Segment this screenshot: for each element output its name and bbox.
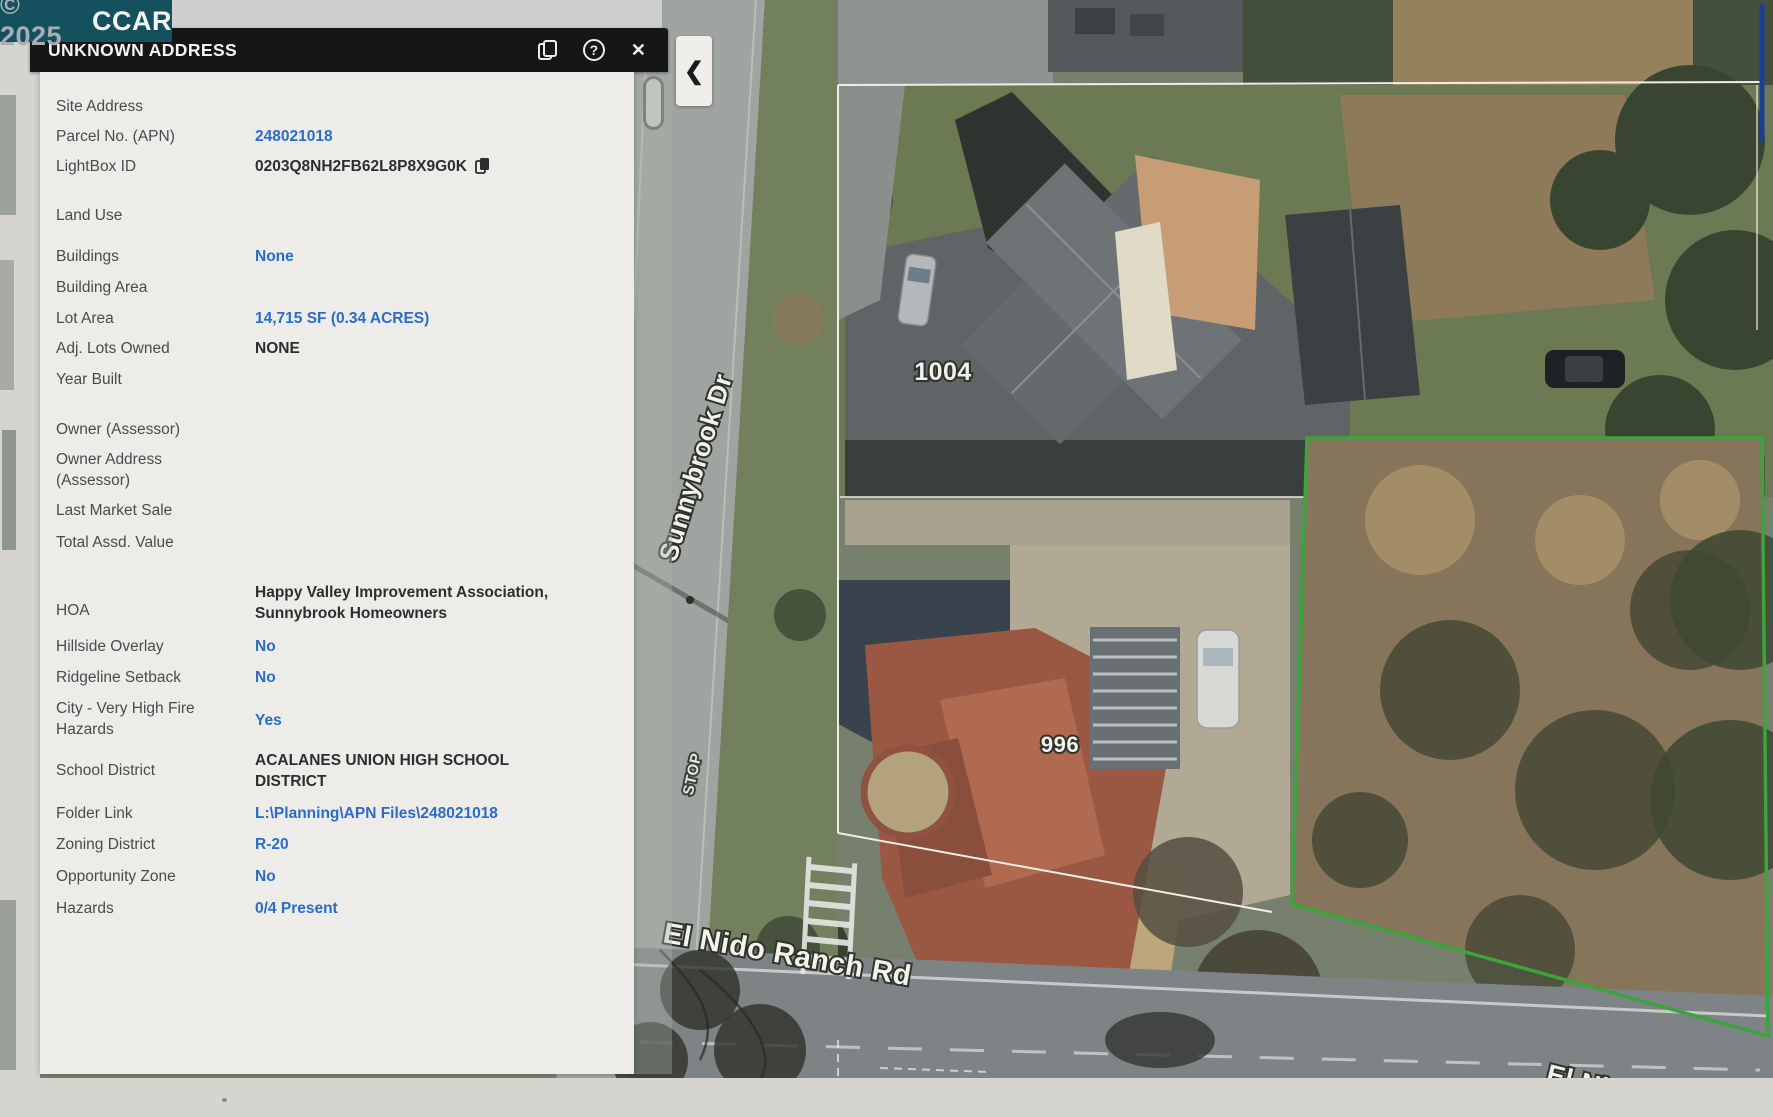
car-white [1197,630,1239,728]
field-value-ridgeline[interactable]: No [255,667,622,688]
ccar-watermark: © 2025 CCAR [0,0,172,42]
field-value-lightbox: 0203Q8NH2FB62L8P8X9G0K [255,156,622,177]
screenshot-photo: STOP Sunnyb [0,0,1773,1117]
watermark-copyright: © 2025 [0,0,84,52]
field-value-owner [255,419,622,440]
field-label-land-use: Land Use [56,205,255,226]
field-label-total-assd: Total Assd. Value [56,532,255,553]
field-value-zoning[interactable]: R-20 [255,834,622,855]
field-value-buildings[interactable]: None [255,246,622,267]
chevron-left-icon: ❮ [684,57,704,86]
help-icon[interactable]: ? [583,39,605,61]
pergola-996 [1090,627,1180,769]
field-label-owner-address: Owner Address (Assessor) [56,449,206,491]
field-label-owner: Owner (Assessor) [56,419,255,440]
close-icon[interactable]: ✕ [631,41,646,59]
parcel-info-panel: UNKNOWN ADDRESS ? ✕ Site Address Parcel … [30,28,672,1074]
panel-title: UNKNOWN ADDRESS [30,40,538,61]
field-value-lot-area[interactable]: 14,715 SF (0.34 ACRES) [255,308,622,329]
field-value-hoa: Happy Valley Improvement Association, Su… [255,582,575,624]
copy-icon[interactable] [538,40,557,60]
field-label-opportunity: Opportunity Zone [56,866,255,887]
field-value-opportunity[interactable]: No [255,866,622,887]
field-value-total-assd [255,532,622,553]
field-value-school: ACALANES UNION HIGH SCHOOL DISTRICT [255,750,555,792]
field-label-fire: City - Very High Fire Hazards [56,698,221,740]
field-value-adj-lots: NONE [255,338,622,359]
field-value-hazards[interactable]: 0/4 Present [255,898,622,919]
field-label-school: School District [56,750,255,792]
panel-collapse-button[interactable]: ❮ [676,36,712,106]
panel-body: Site Address Parcel No. (APN)248021018 L… [40,72,634,1074]
field-label-hoa: HOA [56,582,255,624]
field-value-folder-link[interactable]: L:\Planning\APN Files\248021018 [255,803,622,824]
field-label-lot-area: Lot Area [56,308,255,329]
field-label-zoning: Zoning District [56,834,255,855]
house-number-1004: 1004 [914,358,972,386]
field-label-adj-lots: Adj. Lots Owned [56,338,255,359]
watermark-brand: CCAR [92,6,172,37]
field-value-site-address [255,96,622,117]
field-label-year-built: Year Built [56,369,255,390]
field-value-owner-address [206,449,622,491]
field-label-apn: Parcel No. (APN) [56,126,255,147]
car-dark [1545,350,1625,388]
photo-bottom-border [0,1078,1773,1117]
field-value-year-built [255,369,622,390]
field-value-building-area [255,277,622,298]
field-label-lightbox: LightBox ID [56,156,255,177]
house-number-996: 996 [1041,732,1079,757]
field-label-hillside: Hillside Overlay [56,636,255,657]
field-label-ridgeline: Ridgeline Setback [56,667,255,688]
paper-speck [222,1098,227,1102]
field-value-land-use [255,205,622,226]
field-value-last-sale [255,500,622,521]
copy-icon[interactable] [475,157,490,174]
field-label-folder: Folder Link [56,803,255,824]
field-value-hillside[interactable]: No [255,636,622,657]
field-label-buildings: Buildings [56,246,255,267]
field-label-site-address: Site Address [56,96,255,117]
field-value-apn[interactable]: 248021018 [255,126,622,147]
field-value-fire[interactable]: Yes [221,698,622,740]
field-label-last-sale: Last Market Sale [56,500,255,521]
field-label-hazards: Hazards [56,898,255,919]
field-label-building-area: Building Area [56,277,255,298]
